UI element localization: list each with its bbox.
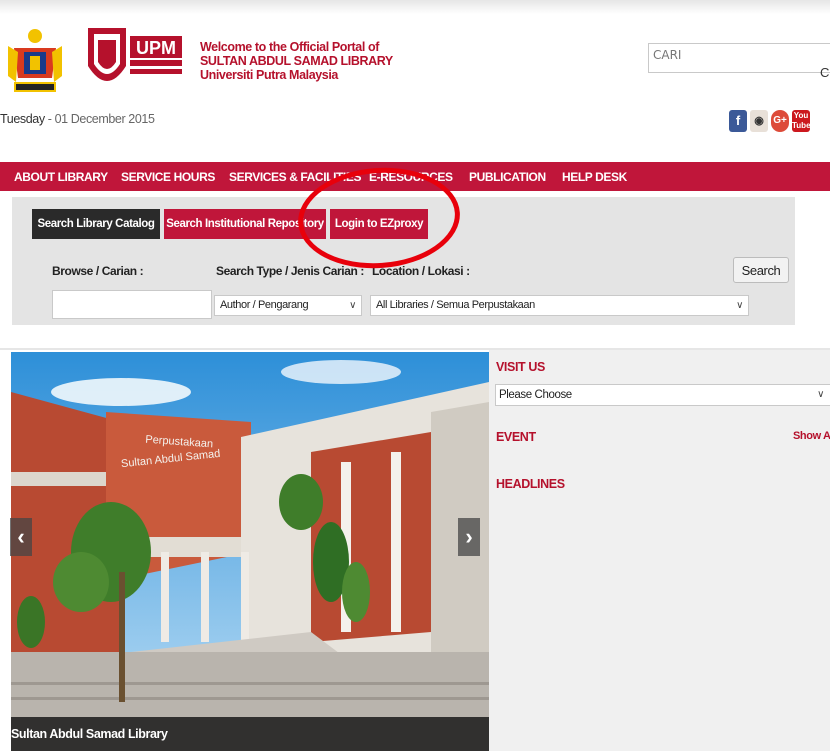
current-date: Tuesday - 01 December 2015: [0, 112, 155, 126]
chevron-down-icon: ∨: [736, 300, 743, 311]
site-search-input[interactable]: CARI: [648, 43, 830, 73]
visit-us-value: Please Choose: [499, 389, 572, 401]
search-icon[interactable]: C: [820, 65, 829, 80]
slider-next-button[interactable]: ›: [458, 518, 480, 556]
instagram-icon[interactable]: ◉: [750, 110, 768, 132]
date-day: Tuesday: [0, 112, 45, 126]
welcome-line-1: Welcome to the Official Portal of: [200, 40, 379, 54]
search-button[interactable]: Search: [733, 257, 789, 283]
nav-about-library[interactable]: ABOUT LIBRARY: [14, 170, 108, 184]
nav-publication[interactable]: PUBLICATION: [469, 170, 546, 184]
event-heading: EVENT: [496, 430, 536, 444]
welcome-line-3: Universiti Putra Malaysia: [200, 68, 338, 82]
browse-label: Browse / Carian :: [52, 264, 144, 278]
upm-logo: UPM: [88, 28, 182, 81]
chevron-down-icon: ∨: [349, 300, 356, 311]
nav-service-hours[interactable]: SERVICE HOURS: [121, 170, 215, 184]
welcome-line-2: SULTAN ABDUL SAMAD LIBRARY: [200, 54, 393, 68]
location-select[interactable]: All Libraries / Semua Perpustakaan ∨: [370, 295, 749, 316]
browse-input[interactable]: [52, 290, 212, 319]
slider-caption: Sultan Abdul Samad Library: [11, 717, 489, 751]
search-type-select[interactable]: Author / Pengarang ∨: [214, 295, 362, 316]
show-all-link[interactable]: Show All: [793, 430, 830, 442]
location-value: All Libraries / Semua Perpustakaan: [376, 299, 535, 311]
search-type-value: Author / Pengarang: [220, 299, 309, 311]
visit-us-heading: VISIT US: [496, 360, 545, 374]
slider-prev-button[interactable]: ‹: [10, 518, 32, 556]
upm-logo-text: UPM: [136, 38, 176, 58]
image-slider: Perpustakaan Sultan Abdul Samad Sultan A…: [11, 352, 489, 751]
welcome-text: Welcome to the Official Portal of SULTAN…: [200, 40, 393, 82]
library-building-photo: Perpustakaan Sultan Abdul Samad: [11, 352, 489, 751]
visit-us-select[interactable]: Please Choose ∨: [495, 384, 830, 406]
facebook-icon[interactable]: f: [729, 110, 747, 132]
chevron-down-icon: ∨: [817, 389, 824, 400]
top-fade: [0, 0, 830, 14]
search-type-label: Search Type / Jenis Carian :: [216, 264, 364, 278]
tab-search-library-catalog[interactable]: Search Library Catalog: [32, 209, 160, 239]
google-plus-icon[interactable]: G+: [771, 110, 789, 132]
sidebar: [489, 350, 830, 751]
headlines-heading: HEADLINES: [496, 477, 565, 491]
date-text: - 01 December 2015: [44, 112, 155, 126]
malaysia-crest-logo: [8, 29, 62, 92]
youtube-icon[interactable]: You Tube: [792, 110, 811, 132]
nav-help-desk[interactable]: HELP DESK: [562, 170, 627, 184]
